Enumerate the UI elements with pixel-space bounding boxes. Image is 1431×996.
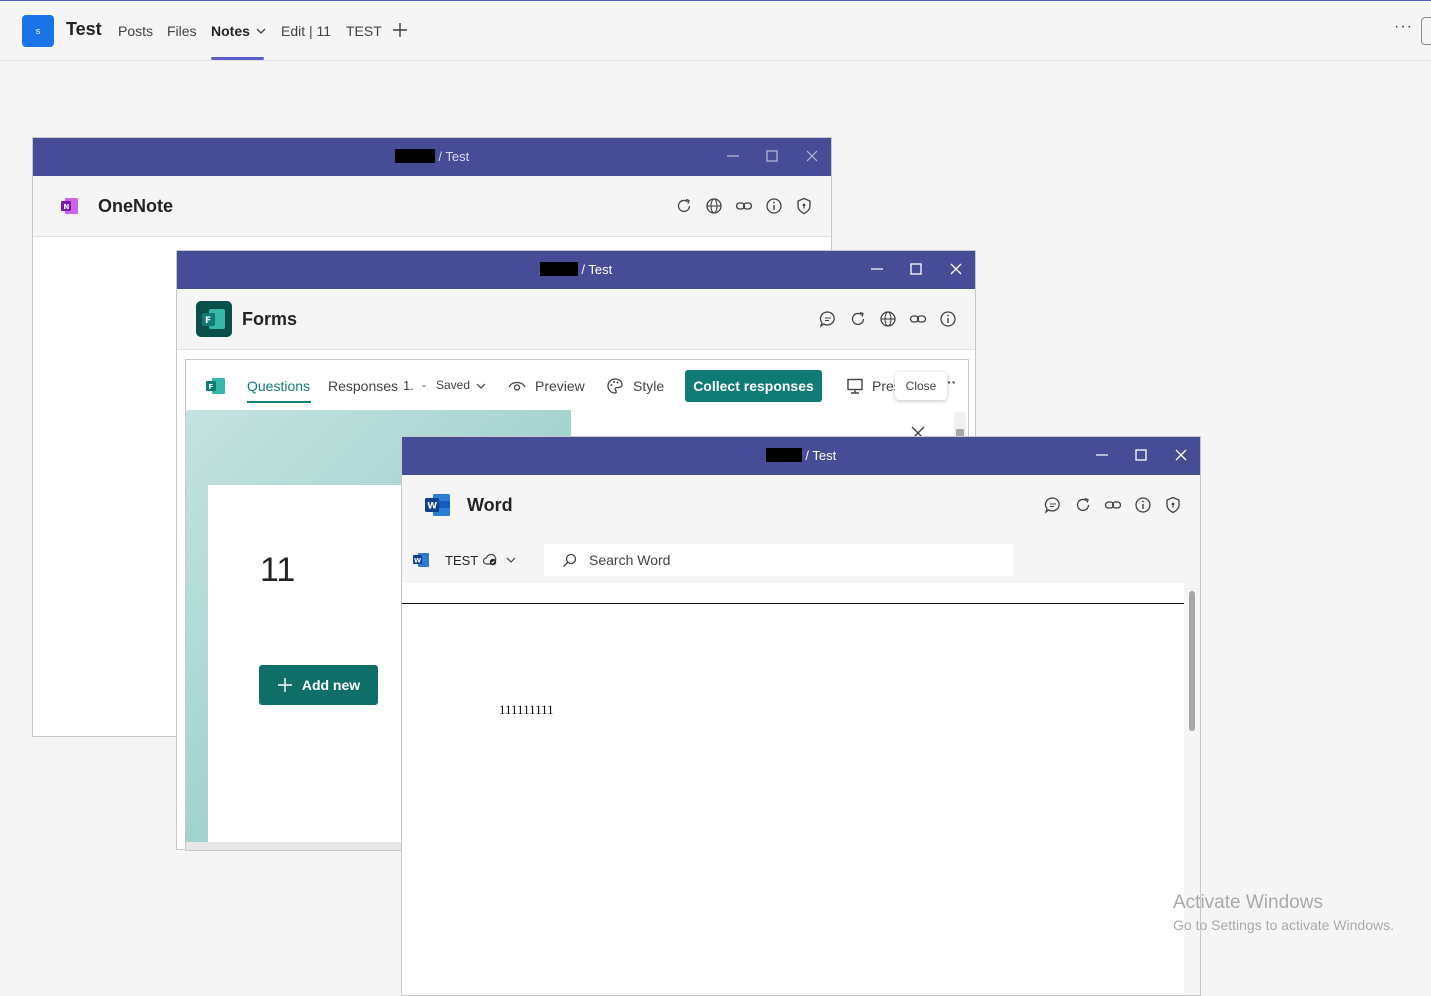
- scrollbar-thumb[interactable]: [1189, 591, 1195, 731]
- document-text[interactable]: 111111111: [499, 702, 554, 718]
- chat-icon[interactable]: [1044, 496, 1062, 514]
- app-name: Word: [467, 495, 513, 515]
- add-tab-icon[interactable]: [390, 20, 410, 40]
- tab-notes[interactable]: Notes: [211, 23, 266, 39]
- search-icon: [563, 553, 577, 567]
- window-title-text: / Test: [581, 262, 613, 277]
- maximize-icon[interactable]: [1131, 445, 1151, 465]
- onenote-titlebar: / Test: [33, 138, 831, 176]
- minimize-icon[interactable]: [1092, 445, 1112, 465]
- document-name[interactable]: TEST: [445, 553, 478, 568]
- maximize-icon[interactable]: [906, 259, 926, 279]
- more-options-icon[interactable]: ··: [947, 374, 956, 390]
- maximize-icon[interactable]: [762, 146, 782, 166]
- redacted-name: [539, 262, 578, 276]
- save-status-icon: [483, 553, 497, 566]
- word-toolbar: W TEST Search Word: [402, 535, 1200, 583]
- svg-text:F: F: [209, 383, 214, 391]
- forms-small-logo-icon: F: [206, 378, 225, 394]
- link-icon[interactable]: [909, 310, 927, 328]
- minimize-icon[interactable]: [723, 146, 743, 166]
- collect-responses-button[interactable]: Collect responses: [685, 370, 822, 402]
- info-icon[interactable]: [939, 310, 957, 328]
- onenote-app-header: N OneNote: [33, 176, 831, 237]
- onenote-logo-icon: N: [61, 198, 78, 214]
- svg-text:N: N: [64, 203, 70, 211]
- activate-windows-subtitle: Go to Settings to activate Windows.: [1173, 917, 1394, 933]
- palette-icon: [607, 378, 623, 394]
- window-title: / Test: [402, 448, 1200, 463]
- forms-logo-icon: F: [196, 301, 232, 337]
- word-small-logo-icon: W: [413, 553, 429, 567]
- close-icon[interactable]: [802, 146, 822, 166]
- tab-files[interactable]: Files: [167, 23, 197, 39]
- word-app-header: W Word: [402, 475, 1200, 536]
- window-title: / Test: [33, 149, 831, 164]
- tab-responses[interactable]: Responses: [328, 378, 398, 394]
- team-avatar[interactable]: s: [22, 15, 54, 47]
- app-name: OneNote: [98, 196, 174, 216]
- shield-icon[interactable]: [1164, 496, 1182, 514]
- style-button[interactable]: Style: [633, 378, 664, 394]
- tab-questions[interactable]: Questions: [247, 378, 310, 394]
- form-title[interactable]: 11: [260, 551, 295, 590]
- forms-app-header: F Forms: [177, 289, 975, 350]
- redacted-name: [394, 149, 435, 163]
- tab-posts[interactable]: Posts: [118, 23, 153, 39]
- refresh-icon[interactable]: [675, 197, 693, 215]
- close-tooltip: Close: [895, 372, 947, 400]
- svg-text:W: W: [427, 502, 437, 512]
- close-icon[interactable]: [946, 259, 966, 279]
- search-input[interactable]: Search Word: [544, 544, 1013, 576]
- tab-edit[interactable]: Edit | 11: [281, 23, 331, 39]
- minimize-icon[interactable]: [867, 259, 887, 279]
- redacted-name: [765, 448, 802, 462]
- svg-text:W: W: [414, 557, 421, 565]
- word-titlebar: / Test: [402, 437, 1200, 475]
- app-name: Forms: [242, 309, 298, 329]
- forms-toolbar: F Questions Responses 1. - Saved Preview…: [186, 360, 968, 410]
- add-new-label: Add new: [301, 677, 361, 693]
- tab-test[interactable]: TEST: [346, 23, 382, 39]
- active-tab-indicator: [211, 57, 264, 60]
- refresh-icon[interactable]: [849, 310, 867, 328]
- eye-icon: [508, 381, 526, 391]
- activate-windows-title: Activate Windows: [1173, 892, 1323, 913]
- word-window: / Test W Word W TEST Search Word 1111111…: [401, 436, 1201, 996]
- word-logo-icon: W: [425, 494, 450, 516]
- close-icon[interactable]: [1171, 445, 1191, 465]
- chevron-down-icon[interactable]: [506, 555, 516, 565]
- globe-icon[interactable]: [879, 310, 897, 328]
- saved-status: Saved: [436, 378, 471, 392]
- chevron-down-icon[interactable]: [476, 381, 486, 391]
- window-title: / Test: [177, 262, 975, 277]
- team-name: Test: [66, 19, 102, 39]
- document-canvas[interactable]: [402, 583, 1184, 995]
- window-title-text: / Test: [805, 448, 837, 463]
- info-icon[interactable]: [765, 197, 783, 215]
- add-new-button[interactable]: Add new: [259, 665, 378, 705]
- separator-dash: -: [422, 378, 426, 392]
- present-icon: [847, 378, 863, 394]
- forms-titlebar: / Test: [177, 251, 975, 289]
- active-tab-indicator: [247, 401, 311, 403]
- responses-count: 1.: [403, 378, 414, 393]
- more-options-icon[interactable]: ···: [1394, 18, 1413, 36]
- search-placeholder: Search Word: [589, 552, 671, 568]
- link-icon[interactable]: [735, 197, 753, 215]
- link-icon[interactable]: [1104, 496, 1122, 514]
- shield-icon[interactable]: [795, 197, 813, 215]
- page-top-border: [402, 603, 1184, 604]
- meet-button[interactable]: [1421, 17, 1431, 45]
- tab-notes-label: Notes: [211, 23, 250, 39]
- plus-icon: [277, 678, 292, 692]
- preview-button[interactable]: Preview: [535, 378, 585, 394]
- info-icon[interactable]: [1134, 496, 1152, 514]
- chat-icon[interactable]: [819, 310, 837, 328]
- chevron-down-icon: [256, 28, 266, 34]
- globe-icon[interactable]: [705, 197, 723, 215]
- window-title-text: / Test: [438, 149, 470, 164]
- refresh-icon[interactable]: [1074, 496, 1092, 514]
- svg-text:F: F: [205, 316, 211, 326]
